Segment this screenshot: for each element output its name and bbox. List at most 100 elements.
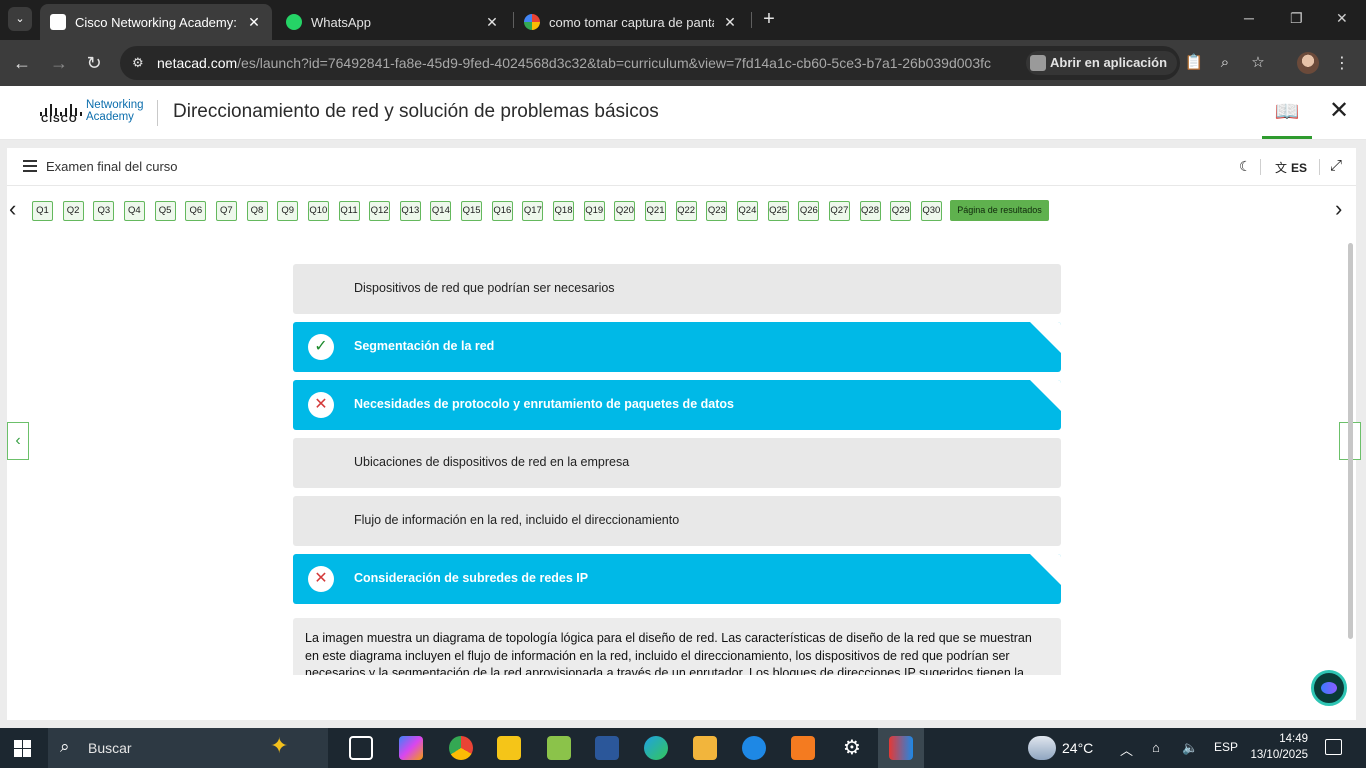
onedrive-icon[interactable] (742, 736, 766, 760)
question-button[interactable]: Q20 (614, 201, 636, 221)
question-button[interactable]: Q11 (338, 201, 360, 221)
question-button[interactable]: Q24 (736, 201, 758, 221)
tab-title: como tomar captura de pantalla (549, 14, 714, 30)
question-button[interactable]: Q30 (920, 201, 942, 221)
previous-page-button[interactable]: ‹ (7, 422, 29, 460)
question-button[interactable]: Q28 (859, 201, 881, 221)
dark-mode-icon[interactable]: ☾ (1239, 158, 1252, 175)
question-button[interactable]: Q8 (246, 201, 268, 221)
snipping-tool-icon[interactable] (547, 736, 571, 760)
tab-title: Cisco Networking Academy: Dire (75, 14, 238, 30)
question-button[interactable]: Q12 (369, 201, 391, 221)
question-button[interactable]: Q19 (583, 201, 605, 221)
site-info-icon[interactable]: ⚙ (132, 55, 148, 71)
answer-option[interactable]: Flujo de información en la red, incluido… (293, 496, 1061, 546)
xampp-icon[interactable] (791, 736, 815, 760)
question-button[interactable]: Q14 (430, 201, 452, 221)
webex-icon[interactable] (1311, 670, 1347, 706)
tray-expand-icon[interactable]: ︿ (1120, 740, 1133, 759)
file-explorer-icon[interactable] (693, 736, 717, 760)
bookmark-star-icon[interactable]: ☆ (1248, 53, 1268, 73)
book-icon[interactable]: 📖 (1262, 89, 1312, 139)
results-page-button[interactable]: Página de resultados (950, 200, 1049, 221)
question-button[interactable]: Q29 (890, 201, 912, 221)
task-view-icon[interactable] (349, 736, 373, 760)
windows-start-icon[interactable] (14, 740, 31, 757)
input-language[interactable]: ESP (1214, 740, 1238, 754)
fullscreen-icon[interactable]: ⤢ (1330, 157, 1342, 174)
close-tab-icon[interactable]: ✕ (722, 14, 738, 31)
question-button[interactable]: Q7 (215, 201, 237, 221)
clipboard-icon[interactable]: 📋 (1184, 53, 1204, 73)
question-button[interactable]: Q4 (123, 201, 145, 221)
tab-google[interactable]: como tomar captura de pantalla ✕ (514, 4, 748, 40)
question-button[interactable]: Q5 (154, 201, 176, 221)
reload-icon[interactable]: ↻ (83, 52, 105, 74)
notifications-icon[interactable] (1325, 739, 1342, 755)
tab-search-button[interactable]: ⌄ (8, 7, 32, 31)
close-tab-icon[interactable]: ✕ (246, 14, 262, 31)
question-button[interactable]: Q10 (307, 201, 329, 221)
question-button[interactable]: Q6 (185, 201, 207, 221)
zoom-icon[interactable]: ⌕ (1215, 53, 1235, 73)
question-button[interactable]: Q17 (522, 201, 544, 221)
question-button[interactable]: Q18 (553, 201, 574, 221)
question-button[interactable]: Q1 (32, 201, 53, 221)
question-button[interactable]: Q3 (93, 201, 115, 221)
answer-option[interactable]: ✕ Consideración de subredes de redes IP (293, 554, 1061, 604)
tab-separator (751, 12, 752, 28)
content-scrollbar[interactable] (1348, 243, 1353, 639)
question-button[interactable]: Q26 (798, 201, 820, 221)
taskbar-search[interactable]: ⌕ Buscar ✦ (48, 728, 328, 768)
back-icon[interactable]: ← (11, 52, 33, 74)
settings-gear-icon[interactable]: ⚙ (840, 736, 864, 760)
language-selector[interactable]: 文 ES (1275, 159, 1307, 176)
answer-option[interactable]: Ubicaciones de dispositivos de red en la… (293, 438, 1061, 488)
address-bar[interactable]: ⚙ netacad.com/es/launch?id=76492841-fa8e… (120, 46, 1180, 80)
questions-next-icon[interactable]: › (1335, 198, 1342, 220)
answer-option-label: Dispositivos de red que podrían ser nece… (354, 281, 615, 295)
browser-menu-icon[interactable]: ⋮ (1334, 53, 1350, 73)
chrome-icon[interactable] (449, 736, 473, 760)
answer-option[interactable]: Dispositivos de red que podrían ser nece… (293, 264, 1061, 314)
question-button[interactable]: Q23 (706, 201, 728, 221)
question-button[interactable]: Q9 (277, 201, 299, 221)
question-button[interactable]: Q22 (675, 201, 697, 221)
answer-option[interactable]: ✓ Segmentación de la red (293, 322, 1061, 372)
clock[interactable]: 14:49 13/10/2025 (1250, 731, 1308, 763)
menu-icon[interactable] (23, 160, 37, 172)
question-button[interactable]: Q16 (491, 201, 513, 221)
restore-icon[interactable]: ❐ (1290, 10, 1303, 27)
packet-tracer-icon[interactable] (889, 736, 913, 760)
course-title: Direccionamiento de red y solución de pr… (173, 101, 659, 122)
weather-temperature[interactable]: 24°C (1062, 740, 1093, 756)
profile-avatar[interactable] (1297, 52, 1319, 74)
tab-whatsapp[interactable]: WhatsApp ✕ (276, 4, 510, 40)
word-icon[interactable] (595, 736, 619, 760)
question-button[interactable]: Q25 (767, 201, 789, 221)
close-course-icon[interactable]: ✕ (1328, 99, 1350, 123)
new-tab-button[interactable]: + (758, 8, 780, 30)
close-tab-icon[interactable]: ✕ (484, 14, 500, 31)
weather-cloud-icon[interactable] (1028, 736, 1056, 760)
url-text[interactable]: netacad.com/es/launch?id=76492841-fa8e-4… (157, 55, 1007, 71)
question-button[interactable]: Q13 (399, 201, 421, 221)
minimize-icon[interactable]: ─ (1244, 10, 1254, 26)
edge-icon[interactable] (644, 736, 668, 760)
network-icon[interactable]: ⌂ (1152, 740, 1160, 755)
window-close-icon[interactable]: ✕ (1336, 10, 1348, 27)
question-button[interactable]: Q27 (828, 201, 850, 221)
question-button[interactable]: Q15 (461, 201, 483, 221)
question-button[interactable]: Q2 (62, 201, 84, 221)
answer-option[interactable]: ✕ Necesidades de protocolo y enrutamiento… (293, 380, 1061, 430)
answer-option-label: Ubicaciones de dispositivos de red en la… (354, 455, 630, 469)
questions-prev-icon[interactable]: ‹ (9, 198, 16, 220)
question-button[interactable]: Q21 (645, 201, 666, 221)
forward-icon[interactable]: → (48, 52, 70, 74)
volume-icon[interactable]: 🔈 (1182, 740, 1198, 756)
copilot-icon[interactable] (399, 736, 423, 760)
sticky-notes-icon[interactable] (497, 736, 521, 760)
checkmark-icon: ✓ (308, 334, 334, 360)
open-in-app-button[interactable]: Abrir en aplicación (1026, 51, 1178, 75)
tab-cisco[interactable]: Cisco Networking Academy: Dire ✕ (40, 4, 272, 40)
